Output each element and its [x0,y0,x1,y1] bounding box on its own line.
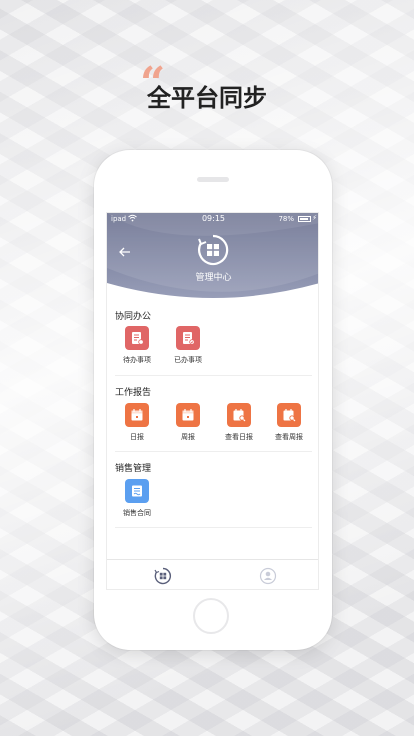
sales-contract-item[interactable]: 销售合同 [112,479,162,518]
page-heading: 全平台同步 [147,84,267,112]
status-bar: ipad 09:15 78% ⚡ [107,213,318,226]
done-label: 已办事项 [174,356,202,364]
todo-doc-icon [125,326,149,350]
todo-item[interactable]: 待办事项 [112,326,162,365]
calendar-search-icon [277,403,301,427]
phone-earpiece [197,177,229,182]
divider [115,451,312,452]
section-title-sales: 销售管理 [115,464,152,474]
weekly-report-item[interactable]: 周报 [163,403,213,442]
calendar-icon [176,403,200,427]
charging-icon: ⚡ [312,214,317,222]
divider [115,375,312,376]
weekly-report-label: 周报 [181,433,195,441]
view-weekly-report-label: 查看周报 [275,433,303,441]
contract-icon [125,479,149,503]
daily-report-label: 日报 [130,433,144,441]
done-item[interactable]: 已办事项 [163,326,213,365]
battery-percent: 78% [278,215,294,223]
view-weekly-report-item[interactable]: 查看周报 [264,403,314,442]
battery-icon [298,216,311,222]
app-header: ipad 09:15 78% ⚡ 管理中心 [107,213,318,303]
done-doc-icon [176,326,200,350]
phone-home-button [193,598,229,634]
home-grid-icon[interactable] [154,567,172,585]
view-daily-report-label: 查看日报 [225,433,253,441]
back-arrow-icon[interactable] [119,245,131,260]
management-hub-icon [197,234,229,266]
header-title: 管理中心 [195,273,232,283]
calendar-search-icon [227,403,251,427]
profile-icon[interactable] [259,567,277,585]
view-daily-report-item[interactable]: 查看日报 [214,403,264,442]
tab-bar [107,559,318,589]
todo-label: 待办事项 [123,356,151,364]
section-title-collab: 协同办公 [115,312,152,322]
calendar-icon [125,403,149,427]
daily-report-item[interactable]: 日报 [112,403,162,442]
section-title-reports: 工作报告 [115,388,152,398]
divider [115,527,312,528]
app-screen: ipad 09:15 78% ⚡ 管理中心 协同办公 待办事项 已办事项 工作报… [106,212,319,590]
sales-contract-label: 销售合同 [123,509,151,517]
